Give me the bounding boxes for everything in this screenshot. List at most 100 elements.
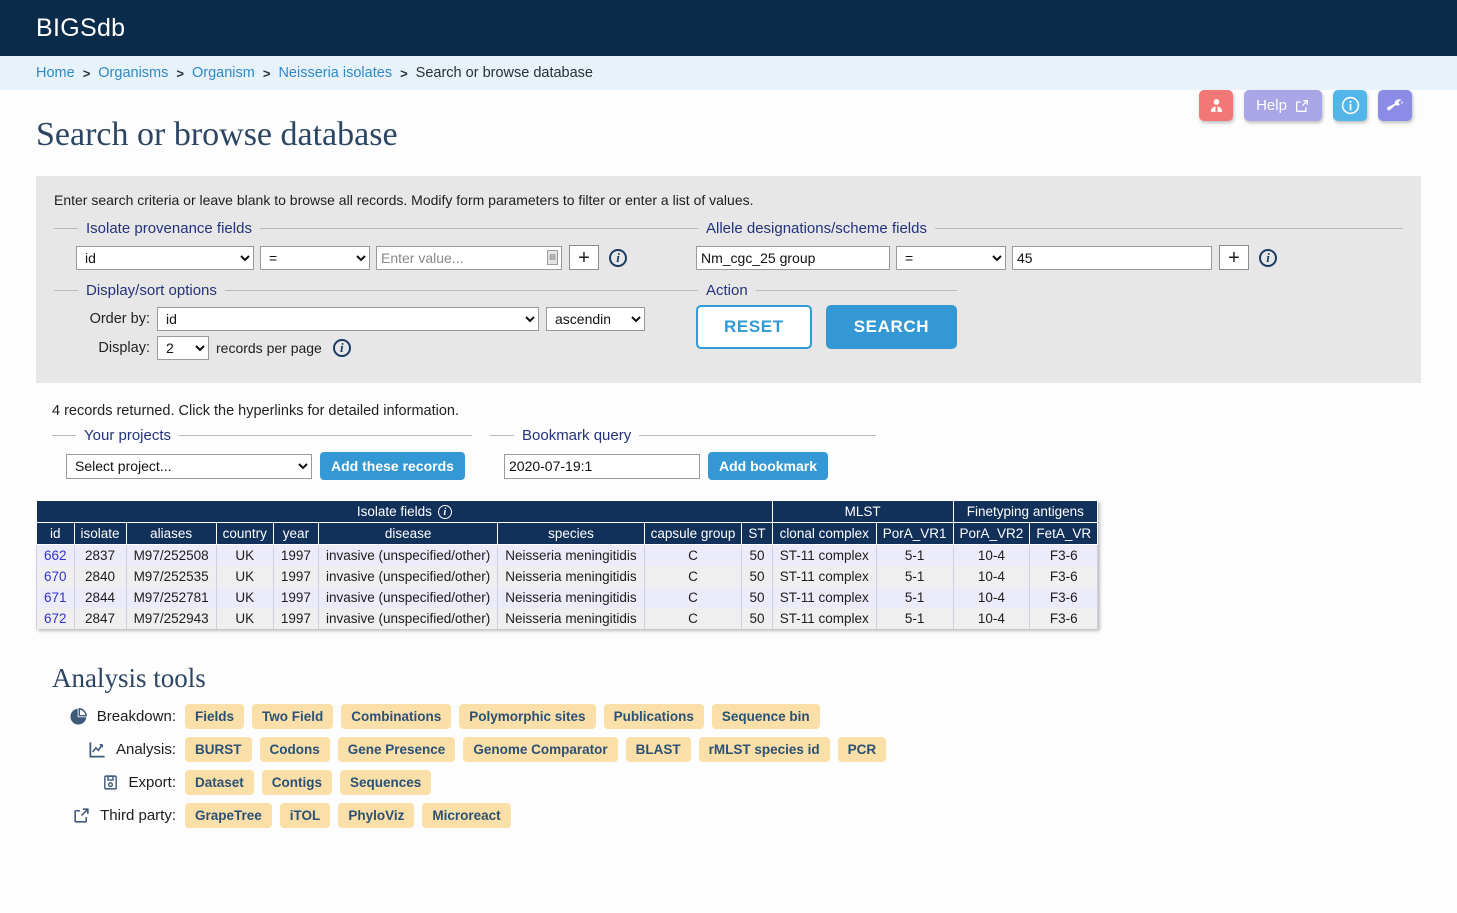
sort-direction-select[interactable]: ascending xyxy=(546,307,645,331)
chip-combinations[interactable]: Combinations xyxy=(341,704,452,730)
isolate-provenance-fieldset: Isolate provenance fields id = ▤ + i xyxy=(54,220,674,274)
help-label: Help xyxy=(1256,97,1287,114)
allele-info-icon[interactable]: i xyxy=(1259,248,1277,267)
chip-burst[interactable]: BURST xyxy=(185,737,252,763)
chip-blast[interactable]: BLAST xyxy=(625,737,691,763)
chip-codons[interactable]: Codons xyxy=(259,737,330,763)
chip-publications[interactable]: Publications xyxy=(603,704,704,730)
chip-genome-comparator[interactable]: Genome Comparator xyxy=(463,737,618,763)
chip-two-field[interactable]: Two Field xyxy=(252,704,334,730)
provenance-field-select[interactable]: id xyxy=(76,245,254,270)
chip-pcr[interactable]: PCR xyxy=(837,737,887,763)
value-list-resizer-icon[interactable]: ▤ xyxy=(547,249,558,265)
column-header-aliases[interactable]: aliases xyxy=(125,522,217,546)
provenance-value-input[interactable] xyxy=(376,245,562,270)
cell-species: Neisseria meningitidis xyxy=(497,608,645,630)
add-provenance-field-button[interactable]: + xyxy=(569,245,599,270)
help-button[interactable]: Help xyxy=(1244,90,1322,121)
cell-disease: invasive (unspecified/other) xyxy=(317,544,499,567)
column-header-year[interactable]: year xyxy=(272,522,319,546)
record-link[interactable]: 670 xyxy=(44,569,67,584)
page-title: Search or browse database xyxy=(36,116,398,153)
user-profile-button[interactable] xyxy=(1199,90,1233,121)
breadcrumb-item-neisseria-isolates[interactable]: Neisseria isolates xyxy=(278,65,392,81)
cell-id[interactable]: 671 xyxy=(36,587,75,609)
user-icon xyxy=(1210,99,1222,112)
info-button[interactable] xyxy=(1333,90,1367,121)
breadcrumb-item-organisms[interactable]: Organisms xyxy=(98,65,168,81)
analysis-tools-row-third-party: Third party: GrapeTree iTOL PhyloViz Mic… xyxy=(0,803,1457,829)
records-per-page-select[interactable]: 25 xyxy=(157,336,209,360)
cell-clonal-complex: ST-11 complex xyxy=(771,587,877,609)
column-header-capsule-group[interactable]: capsule group xyxy=(643,522,743,546)
chip-sequence-bin[interactable]: Sequence bin xyxy=(711,704,820,730)
breadcrumb-item-organism[interactable]: Organism xyxy=(192,65,255,81)
record-link[interactable]: 671 xyxy=(44,590,67,605)
column-header-pora-vr1[interactable]: PorA_VR1 xyxy=(875,522,954,546)
add-these-records-button[interactable]: Add these records xyxy=(320,452,465,480)
cell-disease: invasive (unspecified/other) xyxy=(317,566,499,588)
bookmark-query-fieldset: Bookmark query Add bookmark xyxy=(490,427,876,482)
project-select[interactable]: Select project... xyxy=(66,453,312,479)
cell-year: 1997 xyxy=(272,566,319,588)
cell-clonal-complex: ST-11 complex xyxy=(771,544,877,567)
cell-st: 50 xyxy=(741,544,773,567)
display-label: Display: xyxy=(98,340,150,356)
cell-country: UK xyxy=(215,587,274,609)
column-header-id[interactable]: id xyxy=(36,522,75,546)
records-returned-text: 4 records returned. Click the hyperlinks… xyxy=(52,403,459,419)
external-link-icon xyxy=(1295,99,1308,112)
chip-rmlst-species-id[interactable]: rMLST species id xyxy=(698,737,830,763)
column-header-isolate[interactable]: isolate xyxy=(73,522,127,546)
provenance-info-icon[interactable]: i xyxy=(609,248,627,267)
column-header-species[interactable]: species xyxy=(497,522,645,546)
record-link[interactable]: 672 xyxy=(44,611,67,626)
table-row: 662 2837 M97/252508 UK 1997 invasive (un… xyxy=(36,544,1099,567)
isolate-fields-info-icon[interactable]: i xyxy=(437,505,452,520)
line-chart-icon xyxy=(88,740,107,759)
add-allele-field-button[interactable]: + xyxy=(1219,245,1249,270)
chip-itol[interactable]: iTOL xyxy=(279,803,331,829)
breadcrumb-item-home[interactable]: Home xyxy=(36,65,75,81)
search-button[interactable]: SEARCH xyxy=(825,305,958,349)
column-header-st[interactable]: ST xyxy=(741,522,773,546)
display-info-icon[interactable]: i xyxy=(332,339,351,357)
chip-microreact[interactable]: Microreact xyxy=(422,803,511,829)
cell-year: 1997 xyxy=(272,587,319,609)
cell-pora-vr2: 10-4 xyxy=(952,544,1031,567)
chip-gene-presence[interactable]: Gene Presence xyxy=(337,737,456,763)
column-header-clonal-complex[interactable]: clonal complex xyxy=(771,522,877,546)
cell-id[interactable]: 670 xyxy=(36,566,75,588)
reset-button[interactable]: RESET xyxy=(696,305,812,349)
allele-value-input[interactable] xyxy=(1012,245,1212,270)
chip-grapetree[interactable]: GrapeTree xyxy=(185,803,272,829)
column-header-feta-vr[interactable]: FetA_VR xyxy=(1029,522,1099,546)
chip-contigs[interactable]: Contigs xyxy=(261,770,333,796)
column-header-country[interactable]: country xyxy=(215,522,274,546)
record-link[interactable]: 662 xyxy=(44,548,67,563)
table-row: 672 2847 M97/252943 UK 1997 invasive (un… xyxy=(36,608,1099,630)
order-by-label: Order by: xyxy=(89,311,150,327)
chip-sequences[interactable]: Sequences xyxy=(340,770,432,796)
add-bookmark-button[interactable]: Add bookmark xyxy=(708,452,829,480)
cell-year: 1997 xyxy=(272,544,319,567)
chip-polymorphic-sites[interactable]: Polymorphic sites xyxy=(459,704,596,730)
tools-button[interactable] xyxy=(1378,90,1412,121)
allele-operator-select[interactable]: = xyxy=(896,245,1006,270)
order-by-select[interactable]: id xyxy=(157,307,539,331)
chip-phyloviz[interactable]: PhyloViz xyxy=(338,803,415,829)
wrench-icon xyxy=(1387,98,1404,110)
chip-dataset[interactable]: Dataset xyxy=(185,770,254,796)
bookmark-name-input[interactable] xyxy=(504,453,700,479)
column-header-disease[interactable]: disease xyxy=(317,522,499,546)
allele-field-input[interactable] xyxy=(696,245,890,270)
cell-id[interactable]: 662 xyxy=(36,544,75,567)
provenance-operator-select[interactable]: = xyxy=(260,245,370,270)
info-icon xyxy=(1341,96,1359,115)
chip-fields[interactable]: Fields xyxy=(185,704,245,730)
cell-pora-vr1: 5-1 xyxy=(875,544,954,567)
results-table: Isolate fields i MLST Finetyping antigens… xyxy=(36,499,1099,630)
column-header-pora-vr2[interactable]: PorA_VR2 xyxy=(952,522,1031,546)
cell-id[interactable]: 672 xyxy=(36,608,75,630)
cell-clonal-complex: ST-11 complex xyxy=(771,566,877,588)
